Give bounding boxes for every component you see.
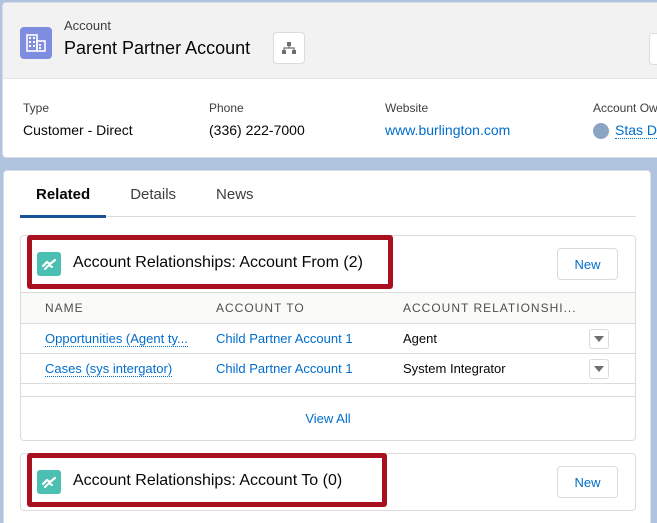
related-list-header: Account Relationships: Account From (2) … <box>21 235 635 292</box>
field-value: (336) 222-7000 <box>209 122 305 138</box>
field-type: Type Customer - Direct <box>23 101 133 138</box>
account-to-link[interactable]: Child Partner Account 1 <box>216 331 353 346</box>
new-button[interactable]: New <box>557 248 618 280</box>
column-header-name[interactable]: NAME <box>21 292 192 324</box>
hierarchy-icon <box>282 42 296 54</box>
new-button[interactable]: New <box>557 466 618 498</box>
field-label: Phone <box>209 101 244 115</box>
account-building-icon <box>20 27 52 59</box>
header-action-button[interactable] <box>649 33 657 65</box>
field-label: Account Ow <box>593 101 657 115</box>
record-header: Account Parent Partner Account Type Cust… <box>2 2 657 158</box>
related-list-table: NAME ACCOUNT TO ACCOUNT RELATIONSHI... O… <box>21 292 635 384</box>
table-row: Opportunities (Agent ty... Child Partner… <box>21 323 635 354</box>
object-type-label: Account <box>64 18 111 33</box>
column-header-relationship[interactable]: ACCOUNT RELATIONSHI... <box>379 292 635 324</box>
website-link[interactable]: www.burlington.com <box>385 122 510 138</box>
related-list-account-to: Account Relationships: Account To (0) Ne… <box>20 453 636 511</box>
row-action-cell <box>589 323 635 354</box>
account-to-link[interactable]: Child Partner Account 1 <box>216 361 353 376</box>
tab-news[interactable]: News <box>200 171 270 217</box>
field-label: Website <box>385 101 429 115</box>
owner-value: Stas D <box>593 122 657 139</box>
related-list-account-from: Account Relationships: Account From (2) … <box>20 235 636 441</box>
related-list-header: Account Relationships: Account To (0) Ne… <box>21 453 635 510</box>
name-cell: Opportunities (Agent ty... <box>21 323 192 354</box>
relationship-cell: Agent <box>379 323 589 354</box>
account-to-cell: Child Partner Account 1 <box>192 353 379 384</box>
row-action-dropdown[interactable] <box>589 358 609 379</box>
chevron-down-icon <box>594 365 604 372</box>
record-name-link[interactable]: Cases (sys intergator) <box>45 361 173 377</box>
record-tabs: Related Details News <box>20 171 636 218</box>
owner-avatar-icon <box>593 122 609 139</box>
related-list-title[interactable]: Account Relationships: Account From (2) <box>73 254 363 272</box>
record-title: Parent Partner Account <box>64 38 251 58</box>
account-relationship-icon <box>37 470 61 494</box>
view-hierarchy-button[interactable] <box>273 32 305 64</box>
owner-link[interactable]: Stas D <box>615 122 657 139</box>
chevron-down-icon <box>594 335 604 342</box>
row-action-dropdown[interactable] <box>589 328 609 349</box>
relationship-cell: System Integrator <box>379 353 589 384</box>
record-body-card: Related Details News Account Relationshi… <box>3 170 651 523</box>
field-label: Type <box>23 101 50 115</box>
column-header-account-to[interactable]: ACCOUNT TO <box>192 292 379 324</box>
table-row: Cases (sys intergator) Child Partner Acc… <box>21 353 635 384</box>
record-name-link[interactable]: Opportunities (Agent ty... <box>45 331 188 347</box>
field-value: Customer - Direct <box>23 122 133 138</box>
highlights-panel: Type Customer - Direct Phone (336) 222-7… <box>3 79 657 157</box>
field-phone: Phone (336) 222-7000 <box>209 101 305 138</box>
view-all-link[interactable]: View All <box>21 396 635 440</box>
field-account-owner: Account Ow Stas D <box>593 101 657 139</box>
tab-related[interactable]: Related <box>20 171 107 218</box>
field-website: Website www.burlington.com <box>385 101 510 138</box>
account-relationship-icon <box>37 252 61 276</box>
account-to-cell: Child Partner Account 1 <box>192 323 379 354</box>
tab-details[interactable]: Details <box>114 171 192 217</box>
record-header-top: Account Parent Partner Account <box>3 3 657 79</box>
row-action-cell <box>589 353 635 384</box>
name-cell: Cases (sys intergator) <box>21 353 192 384</box>
related-list-title[interactable]: Account Relationships: Account To (0) <box>73 472 342 490</box>
